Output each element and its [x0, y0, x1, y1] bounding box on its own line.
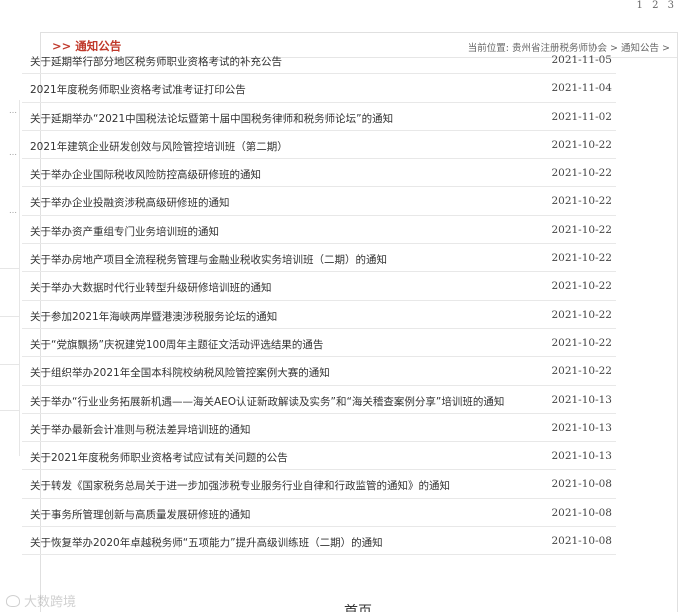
sidebar-divider — [0, 268, 20, 269]
notice-date: 2021-10-08 — [551, 506, 612, 519]
breadcrumb-separator: > — [659, 43, 670, 54]
notice-row[interactable]: 关于恢复举办2020年卓越税务师“五项能力”提升高级训练班（二期）的通知 2021… — [22, 527, 616, 556]
notice-date: 2021-10-22 — [551, 138, 612, 151]
page-link-1[interactable]: 1 — [637, 0, 643, 11]
notice-row[interactable]: 关于组织举办2021年全国本科院校纳税风险管控案例大赛的通知 2021-10-22 — [22, 357, 616, 386]
notice-row[interactable]: 关于参加2021年海峡两岸暨港澳涉税服务论坛的通知 2021-10-22 — [22, 301, 616, 329]
notice-row[interactable]: 关于举办房地产项目全流程税务管理与金融业税收实务培训班（二期）的通知 2021-1… — [22, 244, 616, 273]
notice-row[interactable]: 关于2021年度税务师职业资格考试应试有关问题的公告 2021-10-13 — [22, 442, 616, 471]
notice-row[interactable]: 关于举办“行业业务拓展新机遇——海关AEO认证新政解读及实务”和“海关稽查案例分… — [22, 386, 616, 414]
bottom-home-label: 首页 — [344, 604, 372, 612]
notice-row[interactable]: 关于举办资产重组专门业务培训班的通知 2021-10-22 — [22, 216, 616, 245]
notice-title-link[interactable]: 关于恢复举办2020年卓越税务师“五项能力”提升高级训练班（二期）的通知 — [30, 535, 383, 550]
notice-date: 2021-10-22 — [551, 167, 612, 180]
notice-date: 2021-11-02 — [551, 110, 612, 123]
left-sidebar-fragment: … … … — [0, 100, 20, 456]
notice-row[interactable]: 关于延期举办“2021中国税法论坛暨第十届中国税务律师和税务师论坛”的通知 202… — [22, 103, 616, 131]
notice-row[interactable]: 关于举办大数据时代行业转型升级研修培训班的通知 2021-10-22 — [22, 272, 616, 301]
sidebar-divider — [0, 364, 20, 365]
notice-title-link[interactable]: 关于转发《国家税务总局关于进一步加强涉税专业服务行业自律和行政监管的通知》的通知 — [30, 478, 450, 493]
notice-title-link[interactable]: 关于延期举行部分地区税务师职业资格考试的补充公告 — [30, 54, 282, 69]
page-link-2[interactable]: 2 — [652, 0, 658, 11]
notice-date: 2021-10-22 — [551, 280, 612, 293]
notice-title-link[interactable]: 关于举办企业投融资涉税高级研修班的通知 — [30, 195, 230, 210]
sidebar-divider — [0, 410, 20, 411]
notice-date: 2021-10-13 — [551, 393, 612, 406]
notice-title-link[interactable]: 关于延期举办“2021中国税法论坛暨第十届中国税务律师和税务师论坛”的通知 — [30, 111, 393, 126]
watermark-text: 大数跨境 — [24, 595, 77, 610]
notice-date: 2021-10-08 — [551, 478, 612, 491]
notice-date: 2021-11-04 — [551, 82, 612, 95]
notice-date: 2021-10-22 — [551, 252, 612, 265]
notice-date: 2021-11-05 — [551, 54, 612, 66]
notice-row[interactable]: 关于延期举行部分地区税务师职业资格考试的补充公告 2021-11-05 — [22, 46, 616, 75]
notice-row[interactable]: 关于事务所管理创新与高质量发展研修班的通知 2021-10-08 — [22, 499, 616, 528]
notice-row[interactable]: 关于“党旗飘扬”庆祝建党100周年主题征文活动评选结果的通告 2021-10-22 — [22, 329, 616, 358]
notice-title-link[interactable]: 2021年度税务师职业资格考试准考证打印公告 — [30, 82, 246, 97]
notice-title-link[interactable]: 关于“党旗飘扬”庆祝建党100周年主题征文活动评选结果的通告 — [30, 337, 323, 352]
notice-title-link[interactable]: 关于组织举办2021年全国本科院校纳税风险管控案例大赛的通知 — [30, 365, 330, 380]
notice-date: 2021-10-22 — [551, 308, 612, 321]
notice-date: 2021-10-22 — [551, 336, 612, 349]
breadcrumb-current-link[interactable]: 通知公告 — [621, 43, 659, 54]
notice-row[interactable]: 2021年度税务师职业资格考试准考证打印公告 2021-11-04 — [22, 74, 616, 103]
notice-date: 2021-10-22 — [551, 195, 612, 208]
page-link-3[interactable]: 3 — [668, 0, 674, 11]
notice-row[interactable]: 2021年建筑企业研发创效与风险管控培训班（第二期） 2021-10-22 — [22, 131, 616, 160]
notice-date: 2021-10-13 — [551, 450, 612, 463]
notice-title-link[interactable]: 关于举办资产重组专门业务培训班的通知 — [30, 224, 219, 239]
notice-title-link[interactable]: 2021年建筑企业研发创效与风险管控培训班（第二期） — [30, 139, 288, 154]
notice-date: 2021-10-22 — [551, 223, 612, 236]
notice-date: 2021-10-22 — [551, 365, 612, 378]
watermark-logo-icon — [6, 595, 20, 607]
notice-date: 2021-10-13 — [551, 421, 612, 434]
notice-title-link[interactable]: 关于举办企业国际税收风险防控高级研修班的通知 — [30, 167, 261, 182]
notice-date: 2021-10-08 — [551, 535, 612, 548]
notice-title-link[interactable]: 关于参加2021年海峡两岸暨港澳涉税服务论坛的通知 — [30, 309, 277, 324]
notice-title-link[interactable]: 关于举办房地产项目全流程税务管理与金融业税收实务培训班（二期）的通知 — [30, 252, 387, 267]
notice-list: 关于延期举行部分地区税务师职业资格考试的补充公告 2021-11-05 2021年度… — [22, 46, 616, 556]
notice-row[interactable]: 关于举办最新会计准则与税法差异培训班的通知 2021-10-13 — [22, 414, 616, 443]
notice-title-link[interactable]: 关于举办最新会计准则与税法差异培训班的通知 — [30, 422, 251, 437]
notice-title-link[interactable]: 关于举办“行业业务拓展新机遇——海关AEO认证新政解读及实务”和“海关稽查案例分… — [30, 394, 504, 409]
sidebar-ellipsis: … — [9, 148, 17, 157]
top-pagination: 1 2 3 — [631, 0, 675, 11]
sidebar-ellipsis: … — [9, 206, 17, 215]
watermark: 大数跨境 — [6, 591, 76, 610]
sidebar-ellipsis: … — [9, 106, 17, 115]
notice-title-link[interactable]: 关于2021年度税务师职业资格考试应试有关问题的公告 — [30, 450, 288, 465]
notice-row[interactable]: 关于举办企业投融资涉税高级研修班的通知 2021-10-22 — [22, 187, 616, 216]
notice-title-link[interactable]: 关于事务所管理创新与高质量发展研修班的通知 — [30, 507, 251, 522]
notice-row[interactable]: 关于转发《国家税务总局关于进一步加强涉税专业服务行业自律和行政监管的通知》的通知… — [22, 470, 616, 499]
sidebar-divider — [0, 316, 20, 317]
notice-title-link[interactable]: 关于举办大数据时代行业转型升级研修培训班的通知 — [30, 280, 272, 295]
notice-row[interactable]: 关于举办企业国际税收风险防控高级研修班的通知 2021-10-22 — [22, 159, 616, 188]
